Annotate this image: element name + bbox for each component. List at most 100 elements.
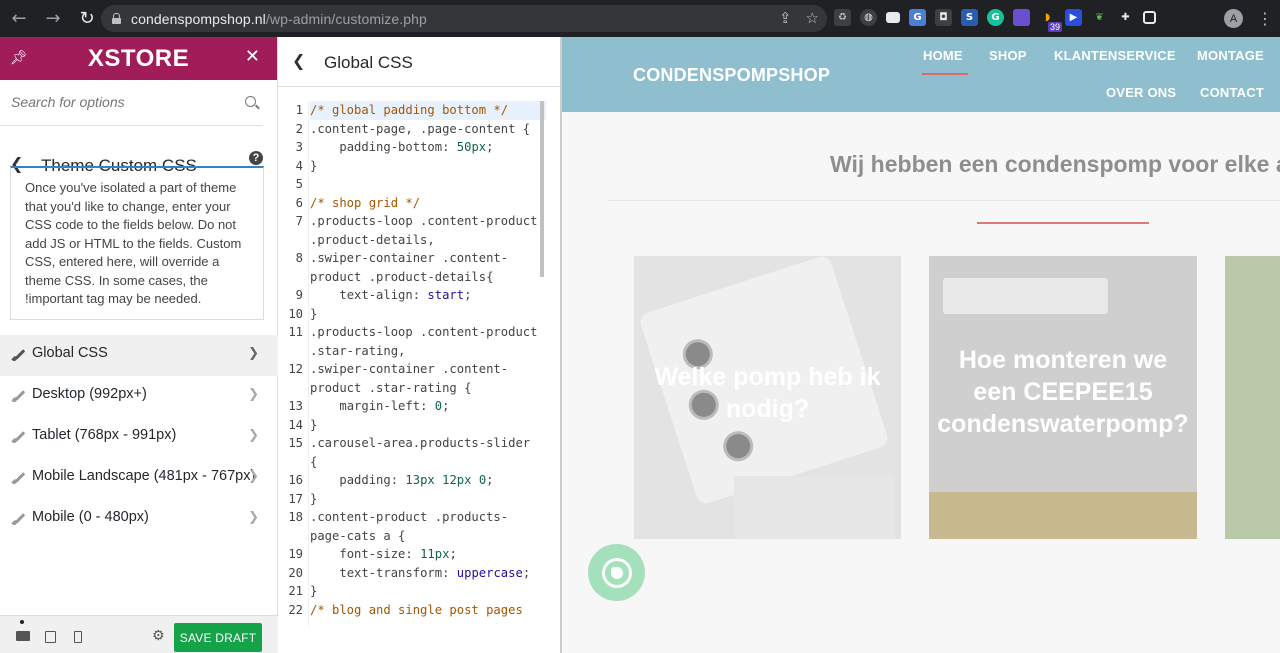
- code-text[interactable]: .carousel-area.products-slider {: [310, 434, 546, 471]
- globe-extension-icon[interactable]: ◍: [860, 9, 877, 26]
- code-text[interactable]: .products-loop .content-product .star-ra…: [310, 323, 546, 360]
- code-text[interactable]: padding: 13px 12px 0;: [310, 471, 546, 490]
- code-line[interactable]: 11 .products-loop .content-product .star-…: [278, 323, 546, 360]
- brand-logo: XSTORE: [87, 45, 190, 72]
- code-text[interactable]: text-align: start;: [310, 286, 546, 305]
- code-text[interactable]: }: [310, 416, 546, 435]
- help-icon[interactable]: ?: [249, 151, 263, 165]
- code-line[interactable]: 4}: [278, 157, 546, 176]
- save-draft-button[interactable]: SAVE DRAFT: [174, 623, 262, 652]
- code-line[interactable]: 19 font-size: 11px;: [278, 545, 546, 564]
- browser-menu-icon[interactable]: ⋮: [1257, 9, 1273, 28]
- code-text[interactable]: }: [310, 490, 546, 509]
- desktop-preview-icon[interactable]: [16, 631, 30, 641]
- nav-home[interactable]: HOME: [923, 48, 963, 63]
- nav-over-ons[interactable]: OVER ONS: [1106, 85, 1176, 100]
- code-text[interactable]: .swiper-container .content- product .pro…: [310, 249, 546, 286]
- menu-item-mobile[interactable]: Mobile (0 - 480px) ❯: [0, 499, 278, 540]
- whatsapp-button[interactable]: [588, 544, 645, 601]
- code-line[interactable]: 7 .products-loop .content-product .produc…: [278, 212, 546, 249]
- grammarly-extension-icon[interactable]: G: [987, 9, 1004, 26]
- tablet-preview-icon[interactable]: [45, 631, 56, 643]
- menu-item-desktop[interactable]: Desktop (992px+) ❯: [0, 376, 278, 417]
- code-line[interactable]: 1 /* global padding bottom */: [278, 101, 546, 120]
- code-text[interactable]: font-size: 11px;: [310, 545, 546, 564]
- tag-extension-icon[interactable]: [1013, 9, 1030, 26]
- editor-scrollbar[interactable]: [540, 101, 544, 277]
- puzzle-extension-icon[interactable]: ✚: [1117, 9, 1134, 26]
- url-text[interactable]: condenspompshop.nl/wp-admin/customize.ph…: [131, 11, 427, 27]
- code-line[interactable]: 15 .carousel-area.products-slider {: [278, 434, 546, 471]
- bookmark-extension-icon[interactable]: [886, 12, 900, 23]
- mobile-preview-icon[interactable]: [74, 631, 82, 643]
- nav-shop[interactable]: SHOP: [989, 48, 1027, 63]
- code-text[interactable]: .content-page, .page-content {: [310, 120, 546, 139]
- code-text[interactable]: }: [310, 305, 546, 324]
- leaf-extension-icon[interactable]: ❦: [1091, 9, 1108, 26]
- code-text[interactable]: text-transform: uppercase;: [310, 564, 546, 583]
- card-title[interactable]: Hoe monteren we een CEEPEE15 condenswate…: [929, 344, 1197, 440]
- code-line[interactable]: 6 /* shop grid */: [278, 194, 546, 213]
- search-icon[interactable]: [245, 96, 256, 107]
- code-line[interactable]: 17}: [278, 490, 546, 509]
- share-icon[interactable]: ⇪: [779, 9, 792, 27]
- code-text[interactable]: }: [310, 582, 546, 601]
- code-text[interactable]: padding-bottom: 50px;: [310, 138, 546, 157]
- code-line[interactable]: 2 .content-page, .page-content {: [278, 120, 546, 139]
- code-text[interactable]: }: [310, 157, 546, 176]
- code-line[interactable]: 18 .content-product .products- page-cats …: [278, 508, 546, 545]
- code-line[interactable]: 21}: [278, 582, 546, 601]
- code-line[interactable]: 12 .swiper-container .content- product .s…: [278, 360, 546, 397]
- code-line[interactable]: 9 text-align: start;: [278, 286, 546, 305]
- nav-klantenservice[interactable]: KLANTENSERVICE: [1054, 48, 1176, 63]
- code-text[interactable]: .swiper-container .content- product .sta…: [310, 360, 546, 397]
- code-text[interactable]: /* global padding bottom */: [310, 101, 546, 120]
- menu-item-mobile-landscape[interactable]: Mobile Landscape (481px - 767px) ❯: [0, 458, 278, 499]
- line-number: 3: [295, 140, 303, 154]
- code-line[interactable]: 13 margin-left: 0;: [278, 397, 546, 416]
- forward-arrow-icon[interactable]: →: [40, 6, 66, 32]
- reload-icon[interactable]: ↻: [74, 6, 100, 32]
- blog-card-partial[interactable]: [1225, 256, 1280, 539]
- code-line[interactable]: 3 padding-bottom: 50px;: [278, 138, 546, 157]
- code-line[interactable]: 8 .swiper-container .content- product .pr…: [278, 249, 546, 286]
- menu-item-global-css[interactable]: Global CSS ❯: [0, 335, 278, 376]
- camera-extension-icon[interactable]: ◘: [935, 9, 952, 26]
- s-extension-icon[interactable]: S: [961, 9, 978, 26]
- menu-item-tablet[interactable]: Tablet (768px - 991px) ❯: [0, 417, 278, 458]
- code-line[interactable]: 10}: [278, 305, 546, 324]
- site-logo[interactable]: CONDENSPOMPSHOP: [633, 65, 830, 86]
- nav-contact[interactable]: CONTACT: [1200, 85, 1264, 100]
- gear-icon[interactable]: ⚙: [152, 628, 165, 644]
- code-line[interactable]: 22 /* blog and single post pages: [278, 601, 546, 620]
- address-bar[interactable]: condenspompshop.nl/wp-admin/customize.ph…: [101, 5, 827, 32]
- nav-montage[interactable]: MONTAGE: [1197, 48, 1264, 63]
- code-text[interactable]: .content-product .products- page-cats a …: [310, 508, 546, 545]
- back-chevron-icon[interactable]: ❮: [292, 51, 305, 70]
- recycle-extension-icon[interactable]: ♻: [834, 9, 851, 26]
- line-number: 16: [288, 473, 303, 487]
- css-code-editor[interactable]: 1 /* global padding bottom */ 2 .content-pa…: [278, 101, 546, 628]
- line-number: 10: [288, 306, 303, 321]
- code-text[interactable]: .products-loop .content-product .product…: [310, 212, 546, 249]
- code-text[interactable]: /* blog and single post pages: [310, 601, 546, 620]
- tape-illustration: [734, 476, 894, 539]
- code-line[interactable]: 20 text-transform: uppercase;: [278, 564, 546, 583]
- blog-card[interactable]: Welke pomp heb ik nodig?: [634, 256, 901, 539]
- card-title[interactable]: Welke pomp heb ik nodig?: [634, 361, 901, 425]
- star-icon[interactable]: ☆: [806, 9, 819, 27]
- code-line[interactable]: 5: [278, 175, 546, 194]
- close-icon[interactable]: ✕: [245, 46, 260, 67]
- profile-avatar[interactable]: A: [1224, 9, 1243, 28]
- code-line[interactable]: 14}: [278, 416, 546, 435]
- code-line[interactable]: 16 padding: 13px 12px 0;: [278, 471, 546, 490]
- code-text[interactable]: margin-left: 0;: [310, 397, 546, 416]
- video-extension-icon[interactable]: ▶: [1065, 9, 1082, 26]
- blog-card[interactable]: Hoe monteren we een CEEPEE15 condenswate…: [929, 256, 1197, 539]
- search-input[interactable]: [11, 94, 231, 110]
- sidebar-toggle-icon[interactable]: [1143, 11, 1156, 24]
- code-text[interactable]: /* shop grid */: [310, 194, 546, 213]
- divider: [607, 200, 1280, 201]
- back-arrow-icon[interactable]: ←: [6, 6, 32, 32]
- translate-extension-icon[interactable]: G: [909, 9, 926, 26]
